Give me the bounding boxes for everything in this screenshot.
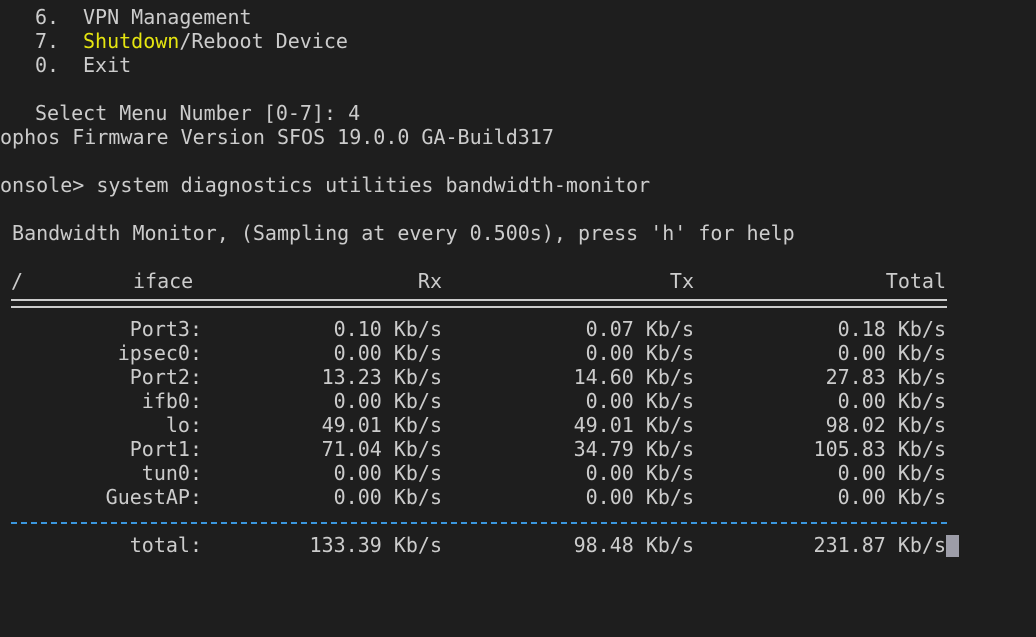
console-command-line: onsole> system diagnostics utilities ban… (0, 173, 651, 197)
menu-item-label-highlight: Shutdown (83, 29, 180, 53)
table-header: / iface Rx Tx Total (0, 269, 1036, 293)
total-cell: 0.00 Kb/s (837, 341, 946, 365)
tx-cell: 0.00 Kb/s (585, 341, 694, 365)
column-header-rx: Rx (417, 269, 442, 293)
text-cursor (946, 535, 959, 557)
header-divider (11, 306, 947, 308)
table-row: Port2: 13.23 Kb/s 14.60 Kb/s 27.83 Kb/s (0, 365, 1036, 389)
header-divider (11, 299, 947, 301)
tx-cell: 0.00 Kb/s (585, 389, 694, 413)
rx-cell: 0.00 Kb/s (333, 461, 442, 485)
total-row: total: 133.39 Kb/s 98.48 Kb/s 231.87 Kb/… (0, 533, 1036, 557)
tx-cell: 0.00 Kb/s (585, 485, 694, 509)
bandwidth-monitor-banner: Bandwidth Monitor, (Sampling at every 0.… (0, 221, 795, 245)
table-row: ifb0: 0.00 Kb/s 0.00 Kb/s 0.00 Kb/s (0, 389, 1036, 413)
total-cell: 105.83 Kb/s (813, 437, 946, 461)
iface-cell: Port2: (129, 365, 202, 389)
rx-cell: 71.04 Kb/s (321, 437, 442, 461)
tx-cell: 0.00 Kb/s (585, 461, 694, 485)
total-divider (11, 522, 947, 524)
table-row: GuestAP: 0.00 Kb/s 0.00 Kb/s 0.00 Kb/s (0, 485, 1036, 509)
menu-item-label: Exit (83, 53, 132, 77)
total-cell: 0.18 Kb/s (837, 317, 946, 341)
total-label: total: (129, 533, 202, 557)
firmware-version-line: ophos Firmware Version SFOS 19.0.0 GA-Bu… (0, 125, 554, 149)
table-row: lo: 49.01 Kb/s 49.01 Kb/s 98.02 Kb/s (0, 413, 1036, 437)
iface-cell: tun0: (141, 461, 202, 485)
menu-item-7: 7. Shutdown/Reboot Device (0, 29, 348, 53)
menu-select-prompt: Select Menu Number [0-7]: 4 (35, 101, 361, 125)
table-row: tun0: 0.00 Kb/s 0.00 Kb/s 0.00 Kb/s (0, 461, 1036, 485)
table-row: ipsec0: 0.00 Kb/s 0.00 Kb/s 0.00 Kb/s (0, 341, 1036, 365)
tx-cell: 49.01 Kb/s (573, 413, 694, 437)
column-header-total: Total (885, 269, 946, 293)
menu-item-0: 0. Exit (0, 53, 131, 77)
table-row: Port3: 0.10 Kb/s 0.07 Kb/s 0.18 Kb/s (0, 317, 1036, 341)
menu-item-number: 6. (35, 5, 60, 29)
rx-cell: 0.10 Kb/s (333, 317, 442, 341)
rx-cell: 49.01 Kb/s (321, 413, 442, 437)
rx-cell: 0.00 Kb/s (333, 341, 442, 365)
total-cell: 98.02 Kb/s (825, 413, 946, 437)
iface-cell: lo: (165, 413, 202, 437)
column-header-iface: iface (133, 269, 194, 293)
total-cell: 27.83 Kb/s (825, 365, 946, 389)
menu-item-label: VPN Management (83, 5, 252, 29)
tx-cell: 14.60 Kb/s (573, 365, 694, 389)
menu-item-label: /Reboot Device (179, 29, 348, 53)
spinner-indicator: / (11, 269, 24, 293)
menu-item-6: 6. VPN Management (0, 5, 252, 29)
total-cell: 0.00 Kb/s (837, 389, 946, 413)
total-total: 231.87 Kb/s (813, 533, 946, 557)
iface-cell: ipsec0: (117, 341, 202, 365)
menu-item-number: 0. (35, 53, 60, 77)
terminal-window[interactable]: 6. VPN Management 7. Shutdown/Reboot Dev… (0, 0, 1036, 637)
column-header-tx: Tx (669, 269, 694, 293)
tx-cell: 34.79 Kb/s (573, 437, 694, 461)
iface-cell: ifb0: (141, 389, 202, 413)
total-cell: 0.00 Kb/s (837, 485, 946, 509)
menu-item-number: 7. (35, 29, 60, 53)
iface-cell: Port1: (129, 437, 202, 461)
rx-cell: 13.23 Kb/s (321, 365, 442, 389)
rx-cell: 0.00 Kb/s (333, 389, 442, 413)
total-cell: 0.00 Kb/s (837, 461, 946, 485)
iface-cell: GuestAP: (105, 485, 202, 509)
iface-cell: Port3: (129, 317, 202, 341)
tx-cell: 0.07 Kb/s (585, 317, 694, 341)
rx-cell: 0.00 Kb/s (333, 485, 442, 509)
total-rx: 133.39 Kb/s (309, 533, 442, 557)
table-row: Port1: 71.04 Kb/s 34.79 Kb/s 105.83 Kb/s (0, 437, 1036, 461)
total-tx: 98.48 Kb/s (573, 533, 694, 557)
